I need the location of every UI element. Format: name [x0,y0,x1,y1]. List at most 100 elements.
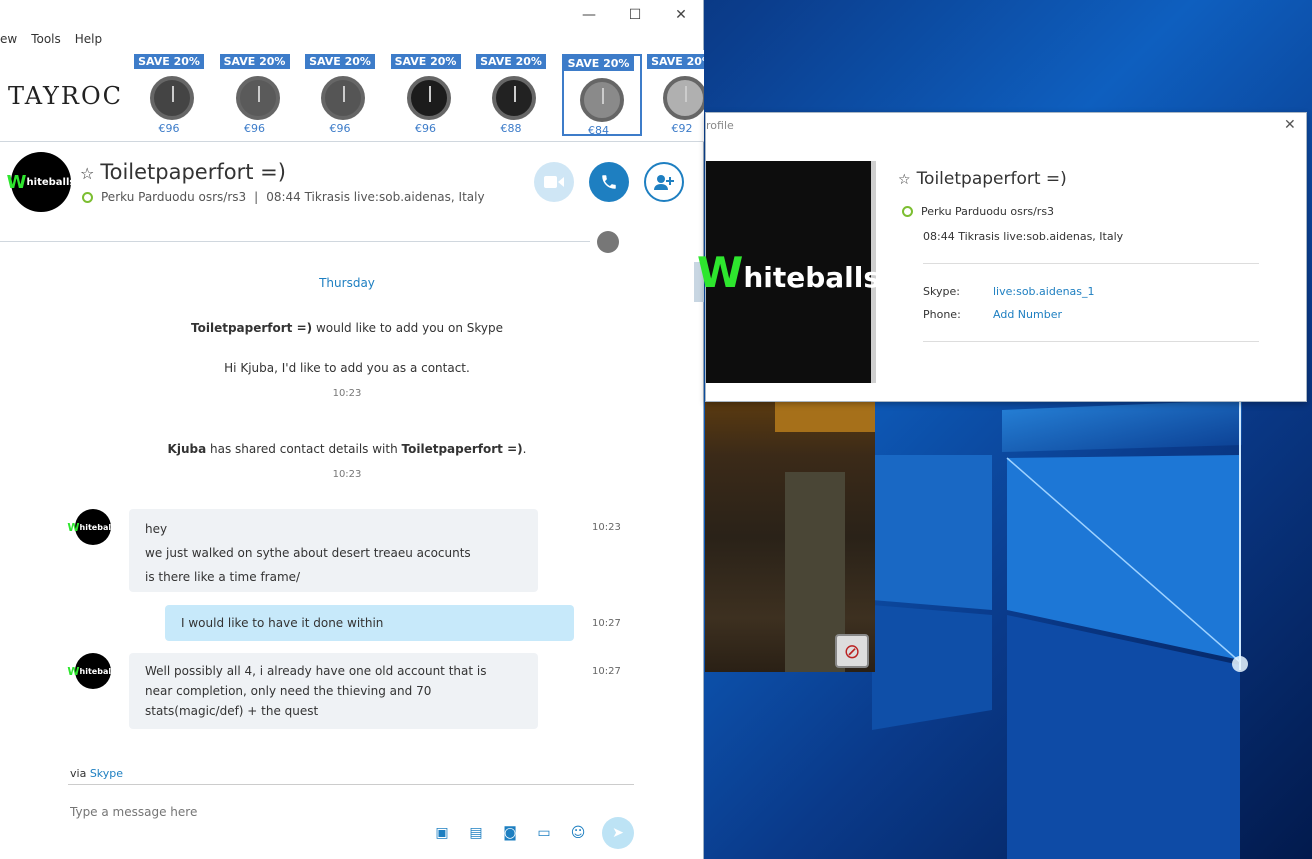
profile-picture: Whiteballs [697,161,880,383]
avatar-initial: W [6,171,27,193]
shared-contact-notice: Kjuba has shared contact details with To… [0,442,694,456]
watch-price: €96 [415,122,436,135]
discount-label: SAVE 20% [390,54,461,69]
avatar-initial: W [67,520,80,534]
contact-location: 08:44 Tikrasis live:sob.aidenas, Italy [266,190,485,204]
title-bar: — ☐ ✕ [0,0,704,30]
message-line: Well possibly all 4, i already have one … [145,664,487,678]
menu-view[interactable]: ew [0,32,17,50]
profile-name: Toiletpaperfort =) [916,169,1067,189]
via-skype-link[interactable]: Skype [90,767,123,780]
message-line: hey [145,522,168,536]
shared-mid-text: has shared contact details with [206,442,402,456]
shared-sender: Kjuba [167,442,207,456]
message-time: 10:27 [592,666,621,677]
send-file-icon[interactable]: ▤ [467,824,485,842]
maximize-button[interactable]: ☐ [612,4,658,26]
shared-time: 10:23 [332,469,362,480]
skype-label: Skype: [923,285,960,298]
add-number-link[interactable]: Add Number [993,308,1062,321]
avatar-initial: W [67,664,80,678]
message-list[interactable]: Thursday Toiletpaperfort =) would like t… [0,242,704,782]
sender-avatar[interactable]: Whiteballs [67,653,119,689]
contact-request-notice: Toiletpaperfort =) would like to add you… [0,321,694,335]
watch-price: €84 [588,124,609,137]
watch-ad-item[interactable]: SAVE 20% €84 [561,54,642,137]
request-time: 10:23 [332,388,362,399]
add-person-icon [654,175,674,190]
phone-label: Phone: [923,308,961,321]
watch-image [321,76,365,120]
windows-logo [872,400,1248,859]
watch-ad-item[interactable]: SAVE 20% €96 [305,54,385,136]
ad-banner[interactable]: TAYROC SAVE 20% €96 SAVE 20% €96 SAVE 20% €96… [0,50,704,142]
video-camera-icon [544,176,564,188]
message-line: stats(magic/def) + the quest [145,704,319,718]
message-time: 10:23 [592,522,621,533]
message-line: we just walked on sythe about desert tre… [145,546,471,560]
watch-image [150,76,194,120]
profile-picture-initial: W [696,247,744,297]
contact-mood: Perku Parduodu osrs/rs3 [101,190,247,204]
phone-icon [602,175,616,189]
message-line: near completion, only need the thieving … [145,684,432,698]
own-message-bubble[interactable]: I would like to have it done within [165,605,574,641]
watch-ad-item[interactable]: SAVE 20% €96 [390,54,471,136]
send-photo-icon[interactable]: ▣ [433,824,451,842]
discount-label: SAVE 20% [476,54,546,69]
close-button[interactable]: ✕ [658,4,704,26]
discount-label: SAVE 20% [305,54,375,69]
discount-label: SAVE 20% [563,56,634,71]
status-separator: | [254,190,259,204]
favorite-star-icon[interactable]: ☆ [80,164,94,183]
shared-recipient: Toiletpaperfort =) [401,442,523,456]
profile-close-icon[interactable]: ✕ [1284,117,1296,133]
profile-picture-text: Whiteballs [697,248,880,297]
menu-tools[interactable]: Tools [31,32,61,50]
message-line: I would like to have it done within [181,616,384,630]
message-time: 10:27 [592,618,621,629]
minimize-button[interactable]: — [566,4,612,26]
favorite-star-icon[interactable]: ☆ [898,172,911,188]
discount-label: SAVE 20% [647,54,704,69]
request-message: Hi Kjuba, I'd like to add you as a conta… [224,361,470,375]
menu-bar: ew Tools Help [0,32,102,50]
watch-ad-item[interactable]: SAVE 20% €96 [219,54,300,136]
watch-ad-item[interactable]: SAVE 20% €96 [134,54,214,136]
watch-price: €92 [671,122,693,135]
watch-price: €88 [500,122,522,135]
contact-avatar[interactable]: Whiteballs [7,152,75,212]
watch-ad-item[interactable]: SAVE 20% €88 [476,54,556,136]
skype-id-value[interactable]: live:sob.aidenas_1 [993,285,1095,298]
via-text: via [70,767,90,780]
video-call-button[interactable] [534,162,574,202]
contact-status-row: Perku Parduodu osrs/rs3 | 08:44 Tikrasis… [82,190,485,204]
profile-dialog: rofile ✕ Whiteballs ☆ Toiletpaperfort =) … [697,112,1307,402]
discount-label: SAVE 20% [134,54,204,69]
emoticon-icon[interactable]: ☺ [569,824,587,842]
message-bubble[interactable]: hey we just walked on sythe about desert… [129,509,538,592]
video-message-icon[interactable]: ◙ [501,824,519,842]
contact-name[interactable]: Toiletpaperfort =) [100,160,286,184]
send-button[interactable]: ➤ [602,817,634,849]
ad-brand-logo[interactable]: TAYROC [8,82,123,110]
profile-background-image: ⊘ [705,402,875,672]
watch-ad-item[interactable]: SAVE 20% €92 [647,54,704,136]
request-contact-name: Toiletpaperfort =) [191,321,313,335]
profile-divider [923,263,1259,264]
day-separator: Thursday [319,276,375,290]
message-input[interactable] [70,803,410,821]
watch-price: €96 [158,122,180,135]
message-bubble[interactable]: Well possibly all 4, i already have one … [129,653,538,729]
watch-image [492,76,536,120]
profile-divider [923,341,1259,342]
conversation-header: Whiteballs ☆ Toiletpaperfort =) Perku Par… [0,142,704,253]
discount-label: SAVE 20% [219,54,290,69]
audio-call-button[interactable] [589,162,629,202]
menu-help[interactable]: Help [75,32,102,50]
send-contact-icon[interactable]: ▭ [535,824,553,842]
watch-price: €96 [244,122,265,135]
shared-end-text: . [522,442,527,456]
add-contact-button[interactable] [644,162,684,202]
sender-avatar[interactable]: Whiteballs [67,509,119,545]
